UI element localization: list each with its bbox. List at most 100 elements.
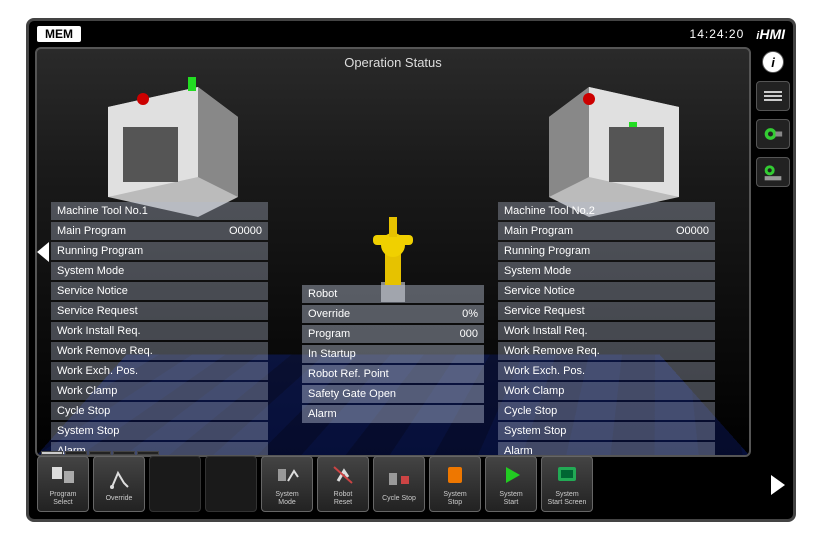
system-mode-button[interactable]: System Mode: [261, 456, 313, 512]
status-row: Alarm: [302, 405, 484, 423]
program-select-label: Program Select: [50, 491, 77, 507]
status-key: Main Program: [57, 225, 218, 237]
cycle-stop-icon: [384, 465, 414, 493]
machine-1-status-list: Machine Tool No.1 Main ProgramO0000Runni…: [51, 202, 268, 457]
status-key: Work Clamp: [504, 385, 665, 397]
status-row: System Stop: [51, 422, 268, 440]
status-row: Work Remove Req.: [51, 342, 268, 360]
status-key: System Stop: [504, 425, 665, 437]
operation-stage: Operation Status: [35, 47, 751, 457]
status-key: Work Clamp: [57, 385, 218, 397]
status-value: O0000: [665, 225, 709, 237]
menu-list-icon[interactable]: [756, 81, 790, 111]
system-mode-label: System Mode: [275, 491, 298, 507]
system-stop-button[interactable]: System Stop: [429, 456, 481, 512]
nav-right-arrow-icon[interactable]: [771, 475, 785, 495]
system-mode-icon: [272, 461, 302, 489]
topbar: MEM 14:24:20 iHMI: [29, 21, 793, 47]
system-start-screen-label: System Start Screen: [548, 491, 587, 507]
system-stop-icon: [440, 461, 470, 489]
empty2-button: [205, 456, 257, 512]
system-stop-label: System Stop: [443, 491, 466, 507]
status-key: System Mode: [504, 265, 665, 277]
status-key: In Startup: [308, 348, 434, 360]
robot-name: Robot: [308, 288, 478, 300]
machine-2-panel: Machine Tool No.2 Main ProgramO0000Runni…: [488, 87, 749, 455]
status-row: Work Exch. Pos.: [498, 362, 715, 380]
status-row: Service Request: [498, 302, 715, 320]
status-key: Work Remove Req.: [57, 345, 218, 357]
status-row: Service Notice: [51, 282, 268, 300]
settings-gear-ruler-icon[interactable]: [756, 157, 790, 187]
page-title: Operation Status: [37, 49, 749, 80]
settings-gear-green-icon[interactable]: [756, 119, 790, 149]
status-key: Service Notice: [57, 285, 218, 297]
program-select-icon: [48, 461, 78, 489]
status-row: Program000: [302, 325, 484, 343]
cycle-stop-button[interactable]: Cycle Stop: [373, 456, 425, 512]
status-row: Work Install Req.: [51, 322, 268, 340]
system-start-label: System Start: [499, 491, 522, 507]
status-row: Main ProgramO0000: [498, 222, 715, 240]
robot-panel: Robot Override0%Program000In StartupRobo…: [298, 87, 488, 455]
status-key: Service Notice: [504, 285, 665, 297]
status-row: Service Request: [51, 302, 268, 320]
status-row: Running Program: [498, 242, 715, 260]
info-icon[interactable]: i: [762, 51, 784, 73]
status-value: O0000: [218, 225, 262, 237]
status-key: System Stop: [57, 425, 218, 437]
status-row: Work Exch. Pos.: [51, 362, 268, 380]
status-row: Work Clamp: [498, 382, 715, 400]
override-icon: [104, 465, 134, 493]
right-sidebar: i: [753, 47, 793, 457]
program-select-button[interactable]: Program Select: [37, 456, 89, 512]
status-key: Main Program: [504, 225, 665, 237]
brand-logo: iHMI: [756, 26, 785, 42]
override-label: Override: [106, 495, 133, 503]
status-key: Safety Gate Open: [308, 388, 434, 400]
machine-2-name: Machine Tool No.2: [504, 205, 709, 217]
status-key: Running Program: [504, 245, 665, 257]
status-row: System Mode: [498, 262, 715, 280]
status-value: 000: [434, 328, 478, 340]
status-row: Cycle Stop: [51, 402, 268, 420]
robot-status-list: Robot Override0%Program000In StartupRobo…: [302, 285, 484, 425]
status-row: Safety Gate Open: [302, 385, 484, 403]
status-key: System Mode: [57, 265, 218, 277]
status-key: Service Request: [504, 305, 665, 317]
machine-1-name: Machine Tool No.1: [57, 205, 262, 217]
system-start-button[interactable]: System Start: [485, 456, 537, 512]
bottom-buttons: Program Select Override System Mode Robot R…: [35, 456, 593, 512]
status-key: Running Program: [57, 245, 218, 257]
status-key: Program: [308, 328, 434, 340]
machine-2-status-list: Machine Tool No.2 Main ProgramO0000Runni…: [498, 202, 715, 457]
status-key: Alarm: [308, 408, 434, 420]
status-value: 0%: [434, 308, 478, 320]
status-key: Work Exch. Pos.: [504, 365, 665, 377]
cycle-stop-label: Cycle Stop: [382, 495, 416, 503]
status-row: Work Remove Req.: [498, 342, 715, 360]
override-button[interactable]: Override: [93, 456, 145, 512]
status-row: Work Clamp: [51, 382, 268, 400]
status-key: Work Install Req.: [504, 325, 665, 337]
status-row: System Mode: [51, 262, 268, 280]
status-row: Work Install Req.: [498, 322, 715, 340]
status-row: In Startup: [302, 345, 484, 363]
robot-reset-button[interactable]: Robot Reset: [317, 456, 369, 512]
mode-badge: MEM: [37, 26, 81, 42]
status-key: Robot Ref. Point: [308, 368, 434, 380]
system-start-screen-button[interactable]: System Start Screen: [541, 456, 593, 512]
status-row: System Stop: [498, 422, 715, 440]
status-key: Work Remove Req.: [504, 345, 665, 357]
empty1-button: [149, 456, 201, 512]
status-row: Running Program: [51, 242, 268, 260]
bottom-toolbar: Program Select Override System Mode Robot R…: [35, 453, 787, 515]
robot-reset-label: Robot Reset: [334, 491, 353, 507]
machine-1-panel: Machine Tool No.1 Main ProgramO0000Runni…: [37, 87, 298, 455]
status-row: Cycle Stop: [498, 402, 715, 420]
status-key: Work Exch. Pos.: [57, 365, 218, 377]
robot-reset-icon: [328, 461, 358, 489]
status-key: Override: [308, 308, 434, 320]
status-row: Override0%: [302, 305, 484, 323]
status-key: Cycle Stop: [504, 405, 665, 417]
